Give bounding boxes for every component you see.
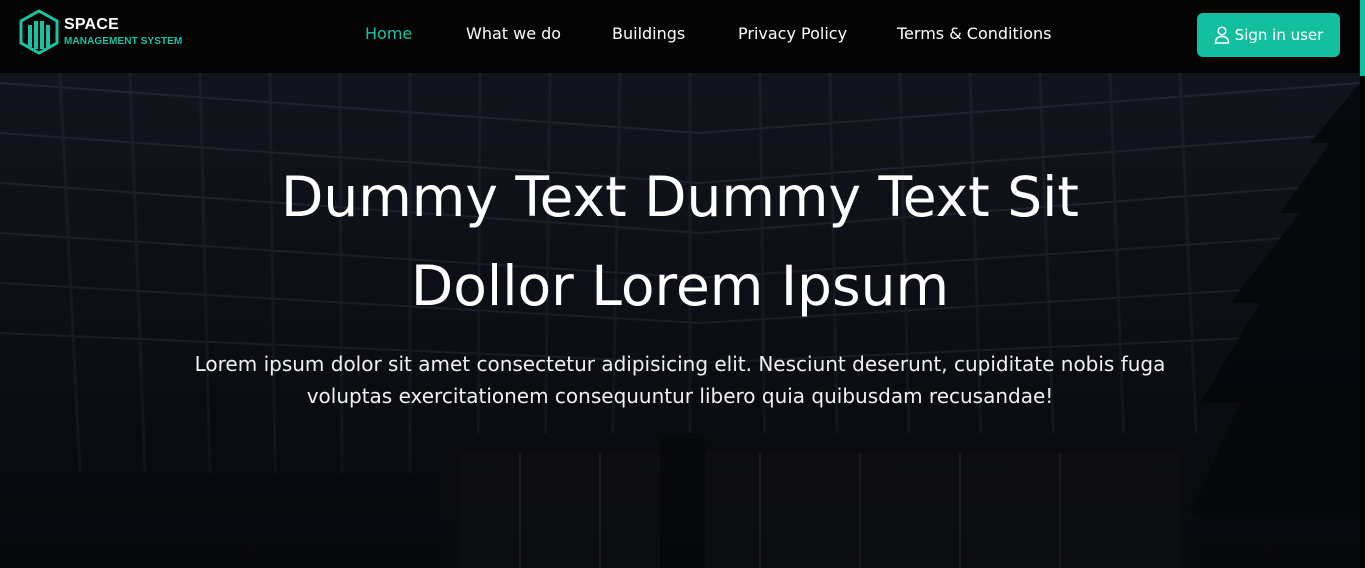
- hero-title-line-1: Dummy Text Dummy Text Sit: [281, 165, 1079, 229]
- sign-in-label: Sign in user: [1234, 26, 1324, 44]
- hero-title: Dummy Text Dummy Text Sit Dollor Lorem I…: [0, 153, 1360, 331]
- sign-in-button[interactable]: Sign in user: [1197, 13, 1340, 57]
- brand-text: SPACE MANAGEMENT SYSTEM: [64, 17, 182, 47]
- nav-what-we-do[interactable]: What we do: [466, 24, 561, 43]
- hero-title-line-2: Dollor Lorem Ipsum: [410, 254, 950, 318]
- nav-buildings[interactable]: Buildings: [612, 24, 685, 43]
- brand-logo[interactable]: SPACE MANAGEMENT SYSTEM: [18, 8, 208, 56]
- hero-section: Dummy Text Dummy Text Sit Dollor Lorem I…: [0, 73, 1360, 568]
- hero-description-line-2: voluptas exercitationem consequuntur lib…: [306, 384, 1054, 408]
- user-icon: [1214, 26, 1229, 44]
- nav-home[interactable]: Home: [365, 24, 412, 43]
- hero-description-line-1: Lorem ipsum dolor sit amet consectetur a…: [194, 352, 1166, 376]
- brand-title: SPACE: [64, 16, 119, 33]
- scrollbar-accent: [1360, 0, 1365, 76]
- hero-description: Lorem ipsum dolor sit amet consectetur a…: [180, 348, 1180, 412]
- nav-terms-conditions[interactable]: Terms & Conditions: [897, 24, 1051, 43]
- building-logo-icon: [19, 9, 59, 55]
- nav-privacy-policy[interactable]: Privacy Policy: [738, 24, 847, 43]
- page: SPACE MANAGEMENT SYSTEM Home What we do …: [0, 0, 1365, 568]
- top-navbar: SPACE MANAGEMENT SYSTEM Home What we do …: [0, 0, 1360, 73]
- brand-subtitle: MANAGEMENT SYSTEM: [64, 36, 183, 47]
